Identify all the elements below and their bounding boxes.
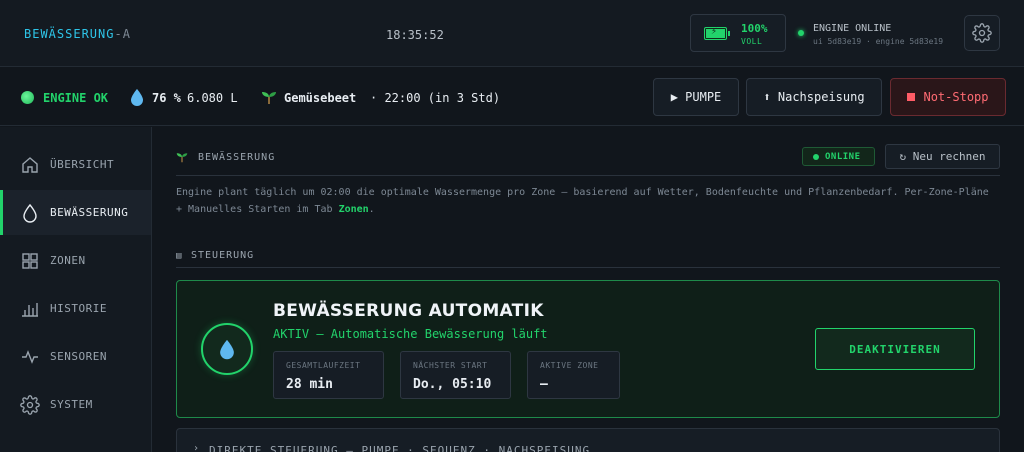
- water-level-percent: 76 %: [152, 91, 181, 105]
- main-content: BEWÄSSERUNG ONLINE ↻ Neu rechnen Engine …: [152, 127, 1024, 452]
- battery-percent: 100%: [741, 22, 768, 35]
- sidebar-item-sensors[interactable]: SENSOREN: [0, 334, 151, 379]
- sidebar-item-system[interactable]: SYSTEM: [0, 382, 151, 427]
- drop-icon: [23, 203, 37, 223]
- stat-value: Do., 05:10: [413, 377, 492, 392]
- sidebar-item-irrigation[interactable]: BEWÄSSERUNG: [0, 190, 151, 235]
- next-plan-zone: Gemüsebeet: [284, 91, 357, 105]
- chevron-right-icon: ›: [193, 443, 200, 452]
- stat-total-runtime: GESAMTLAUFZEIT 28 min: [273, 351, 384, 399]
- direct-control-title: DIREKTE STEUERUNG — PUMPE · SEQUENZ · NA…: [209, 444, 591, 452]
- bolt-icon: ⚡: [711, 26, 718, 37]
- stat-active-zone: AKTIVE ZONE —: [527, 351, 620, 399]
- clock: 18:35:52: [386, 28, 444, 42]
- engine-versions: ui 5d83e19 · engine 5d83e19: [813, 37, 944, 46]
- sidebar-item-label: SENSOREN: [50, 350, 107, 363]
- direct-control-panel[interactable]: › DIREKTE STEUERUNG — PUMPE · SEQUENZ · …: [176, 428, 1000, 452]
- sidebar-item-history[interactable]: HISTORIE: [0, 286, 151, 331]
- home-icon: [22, 157, 38, 173]
- sidebar-item-label: ZONEN: [50, 254, 86, 267]
- divider: [176, 175, 1000, 176]
- battery-icon: ⚡: [704, 26, 730, 40]
- pump-button[interactable]: ▶ PUMPE: [653, 78, 739, 116]
- stat-label: GESAMTLAUFZEIT: [286, 361, 361, 370]
- online-badge: ONLINE: [802, 147, 875, 166]
- sprout-icon: [176, 153, 188, 163]
- sidebar-item-label: BEWÄSSERUNG: [50, 206, 129, 219]
- refill-button[interactable]: ⬆ Nachspeisung: [746, 78, 882, 116]
- description: Engine plant täglich um 02:00 die optima…: [176, 187, 989, 215]
- app-title-suffix: -A: [114, 27, 131, 41]
- stop-icon: [907, 93, 916, 101]
- sidebar: ÜBERSICHT BEWÄSSERUNG ZONEN HISTORIE SEN…: [0, 127, 152, 452]
- online-badge-label: ONLINE: [825, 151, 861, 162]
- engine-status-dot: [798, 30, 804, 36]
- stat-value: 28 min: [286, 377, 333, 392]
- water-drop-icon: [220, 339, 234, 360]
- sidebar-item-label: HISTORIE: [50, 302, 107, 315]
- app-title: BEWÄSSERUNG-A: [24, 27, 131, 41]
- auto-status-icon: [201, 323, 253, 375]
- recalculate-button[interactable]: ↻ Neu rechnen: [885, 144, 1000, 169]
- engine-ok-label: ENGINE OK: [43, 91, 109, 105]
- control-icon: ▤: [176, 251, 182, 261]
- auto-title: BEWÄSSERUNG AUTOMATIK: [273, 301, 544, 321]
- emergency-stop-label: Not-Stopp: [923, 90, 989, 104]
- divider: [176, 267, 1000, 268]
- sprout-icon: [262, 92, 276, 104]
- sidebar-item-label: ÜBERSICHT: [50, 158, 115, 171]
- auto-subtitle: AKTIV — Automatische Bewässerung läuft: [273, 327, 548, 341]
- gear-icon: [972, 23, 992, 43]
- grid-icon: [22, 253, 38, 269]
- next-plan-time: · 22:00 (in 3 Std): [370, 91, 501, 105]
- deactivate-button[interactable]: DEAKTIVIEREN: [815, 328, 975, 370]
- online-dot: [813, 153, 819, 160]
- zones-tab-link[interactable]: Zonen: [339, 204, 369, 215]
- emergency-stop-button[interactable]: Not-Stopp: [890, 78, 1006, 116]
- stat-value: —: [540, 377, 548, 392]
- water-volume: 6.080 L: [187, 91, 238, 105]
- pulse-icon: [22, 350, 38, 364]
- water-drop-icon: [131, 89, 143, 106]
- engine-ok-indicator: [21, 91, 34, 104]
- sidebar-item-label: SYSTEM: [50, 398, 93, 411]
- section-title: BEWÄSSERUNG: [198, 152, 276, 163]
- sidebar-item-overview[interactable]: ÜBERSICHT: [0, 142, 151, 187]
- automatic-irrigation-card: BEWÄSSERUNG AUTOMATIK AKTIV — Automatisc…: [176, 280, 1000, 418]
- stat-next-start: NÄCHSTER START Do., 05:10: [400, 351, 511, 399]
- settings-button[interactable]: [964, 15, 1000, 51]
- battery-state: VOLL: [741, 37, 763, 46]
- top-bar: BEWÄSSERUNG-A 18:35:52 ⚡ 100% VOLL ENGIN…: [0, 0, 1024, 67]
- status-bar: ENGINE OK 76 % 6.080 L Gemüsebeet · 22:0…: [0, 67, 1024, 126]
- stat-label: AKTIVE ZONE: [540, 361, 599, 370]
- control-section-title: STEUERUNG: [191, 250, 255, 261]
- battery-status: ⚡ 100% VOLL: [690, 14, 786, 52]
- gear-icon: [20, 395, 40, 415]
- stat-label: NÄCHSTER START: [413, 361, 488, 370]
- sidebar-item-zones[interactable]: ZONEN: [0, 238, 151, 283]
- bar-chart-icon: [22, 303, 38, 317]
- engine-status: ENGINE ONLINE: [813, 23, 892, 34]
